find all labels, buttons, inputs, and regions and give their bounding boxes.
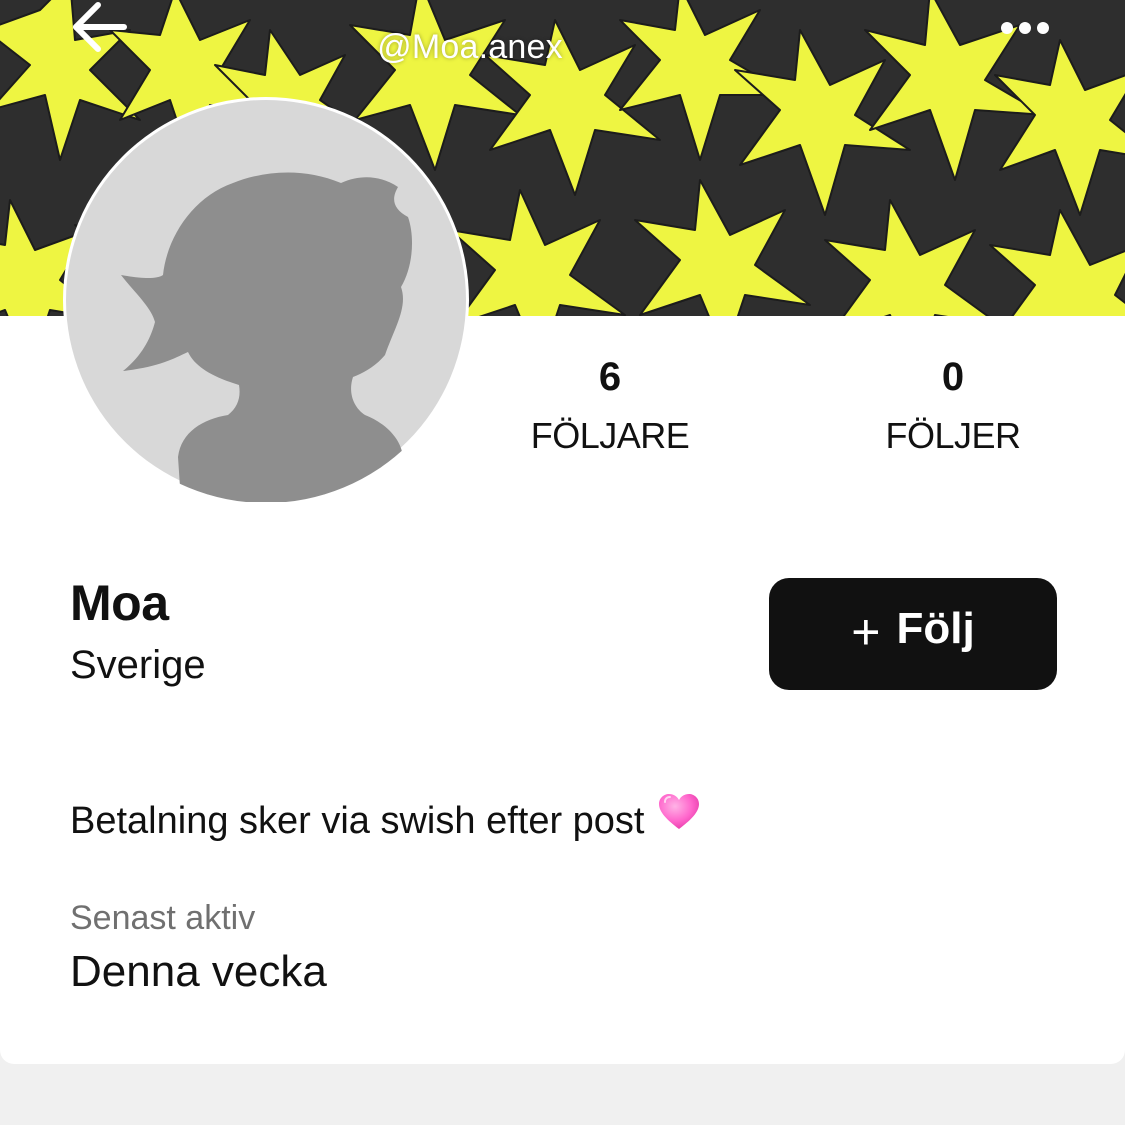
followers-label: FÖLJARE bbox=[530, 415, 690, 456]
profile-name: Moa bbox=[70, 575, 169, 631]
last-active-label: Senast aktiv bbox=[70, 899, 256, 937]
more-horizontal-icon bbox=[1001, 22, 1049, 34]
follow-button[interactable]: + Följ bbox=[769, 578, 1057, 690]
followers-stat[interactable]: 6 FÖLJARE bbox=[480, 352, 740, 458]
growing-heart-icon bbox=[657, 792, 701, 845]
follow-label: Följ bbox=[896, 604, 975, 653]
following-stat[interactable]: 0 FÖLJER bbox=[823, 352, 1083, 458]
followers-count: 6 bbox=[598, 355, 622, 399]
default-avatar-icon bbox=[66, 100, 466, 502]
profile-screen: @Moa.anex 6 FÖLJARE 0 FÖLJER Moa Sverige… bbox=[0, 0, 1125, 1125]
profile-location: Sverige bbox=[70, 643, 206, 687]
profile-bio: Betalning sker via swish efter post bbox=[70, 794, 701, 846]
last-active-value: Denna vecka bbox=[70, 947, 327, 996]
bio-text: Betalning sker via swish efter post bbox=[70, 800, 645, 842]
profile-handle: @Moa.anex bbox=[377, 28, 563, 66]
more-options-button[interactable] bbox=[990, 10, 1060, 50]
plus-icon: + bbox=[851, 604, 881, 660]
avatar[interactable] bbox=[63, 97, 469, 503]
following-count: 0 bbox=[941, 355, 965, 399]
following-label: FÖLJER bbox=[885, 415, 1021, 456]
